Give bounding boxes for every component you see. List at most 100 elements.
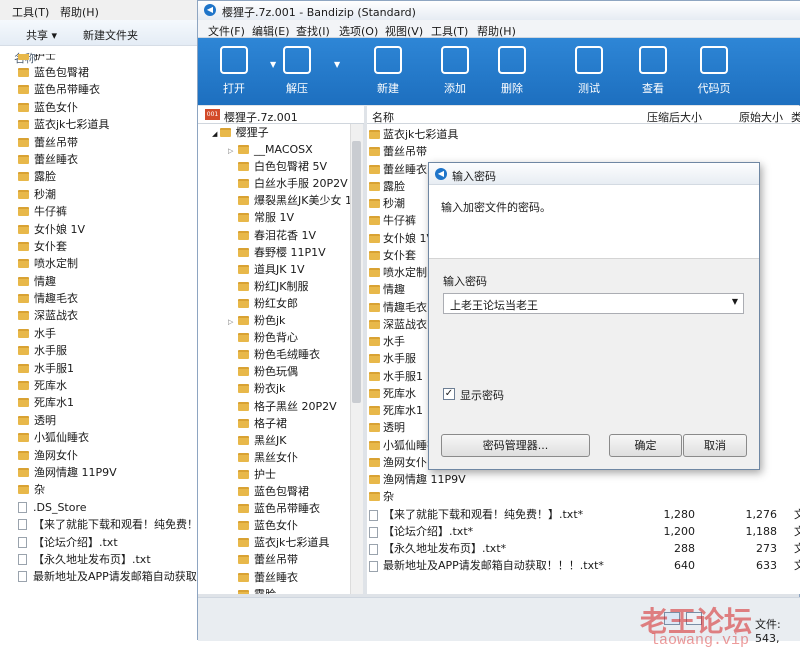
tree-item[interactable]: 蕾丝吊带 bbox=[228, 551, 298, 568]
list-row[interactable]: 杂 bbox=[367, 488, 800, 505]
tree-item[interactable]: 蓝衣jk七彩道具 bbox=[228, 534, 329, 551]
list-row[interactable]: 蕾丝吊带 bbox=[367, 143, 800, 160]
explorer-list-item[interactable]: 喷水定制 bbox=[18, 255, 200, 272]
toolbar-button-3[interactable]: 添加 bbox=[427, 46, 483, 96]
menu-tools[interactable]: 工具(T) bbox=[12, 4, 49, 20]
tree-item[interactable]: 粉红女郎 bbox=[228, 295, 298, 312]
dropdown-arrow-icon[interactable]: ▼ bbox=[732, 297, 738, 306]
list-row[interactable]: 【论坛介绍】.txt* 1,200 1,188 文 bbox=[367, 523, 800, 540]
menu-options[interactable]: 选项(O) bbox=[339, 23, 378, 39]
explorer-list-item[interactable]: 水手服 bbox=[18, 342, 200, 359]
menu-help[interactable]: 帮助(H) bbox=[477, 23, 516, 39]
tree-item[interactable]: 露脸 bbox=[228, 586, 276, 594]
column-type[interactable]: 类 bbox=[791, 109, 800, 125]
tree-item[interactable]: 蓝色吊带睡衣 bbox=[228, 500, 320, 517]
explorer-list-item[interactable]: 蕾丝吊带 bbox=[18, 134, 200, 151]
tree-item[interactable]: 格子黑丝 20P2V bbox=[228, 398, 337, 415]
menu-find[interactable]: 查找(I) bbox=[296, 23, 330, 39]
toolbar-button-4[interactable]: 删除 bbox=[484, 46, 540, 96]
tree-root[interactable]: ◢ 樱狸子 bbox=[212, 124, 269, 141]
bandizip-logo-icon: ◀ bbox=[204, 4, 216, 16]
menu-view[interactable]: 视图(V) bbox=[385, 23, 423, 39]
explorer-list-item[interactable]: 情趣 bbox=[18, 273, 200, 290]
tree-item[interactable]: 蕾丝睡衣 bbox=[228, 569, 298, 586]
list-row[interactable]: 渔网情趣 11P9V bbox=[367, 471, 800, 488]
tree-item[interactable]: 白色包臀裙 5V bbox=[228, 158, 327, 175]
toolbar-button-0[interactable]: 打开 bbox=[206, 46, 262, 96]
explorer-list-item[interactable]: 【来了就能下载和观看！纯免费！】.txt bbox=[18, 516, 200, 533]
tree-item[interactable]: 常服 1V bbox=[228, 209, 294, 226]
tree-scroll-thumb[interactable] bbox=[352, 141, 361, 403]
tree-item[interactable]: 春野樱 11P1V bbox=[228, 244, 326, 261]
tree-item[interactable]: 护士 bbox=[228, 466, 276, 483]
tree-item[interactable]: 黑丝JK bbox=[228, 432, 286, 449]
explorer-list-item[interactable]: 死库水 bbox=[18, 377, 200, 394]
menu-file[interactable]: 文件(F) bbox=[208, 23, 245, 39]
list-row[interactable]: 最新地址及APP请发邮箱自动获取！！！.txt* 640 633 文 bbox=[367, 557, 800, 574]
tree-item[interactable]: 格子裙 bbox=[228, 415, 287, 432]
cancel-button[interactable]: 取消 bbox=[683, 434, 747, 457]
explorer-list-item[interactable]: 蓝色包臀裙 bbox=[18, 64, 200, 81]
tree-item[interactable]: 春泪花香 1V bbox=[228, 227, 316, 244]
password-input[interactable]: 上老王论坛当老王 ▼ bbox=[443, 293, 744, 314]
explorer-list-item[interactable]: 渔网情趣 11P9V bbox=[18, 464, 200, 481]
tree-item[interactable]: 粉红JK制服 bbox=[228, 278, 308, 295]
tree-item[interactable]: ▷ __MACOSX bbox=[228, 141, 313, 158]
column-original-size[interactable]: 原始大小 bbox=[739, 109, 783, 125]
tree-item[interactable]: 粉衣jk bbox=[228, 380, 285, 397]
explorer-list-item[interactable]: 最新地址及APP请发邮箱自动获取！！！.txt bbox=[18, 568, 200, 585]
explorer-list-item[interactable]: 情趣毛衣 bbox=[18, 290, 200, 307]
explorer-list-item[interactable]: 深蓝战衣 bbox=[18, 307, 200, 324]
tree-item[interactable]: 粉色玩偶 bbox=[228, 363, 298, 380]
explorer-list-item[interactable]: 蕾丝睡衣 bbox=[18, 151, 200, 168]
tree-item[interactable]: 道具JK 1V bbox=[228, 261, 304, 278]
explorer-list-item[interactable]: 牛仔裤 bbox=[18, 203, 200, 220]
explorer-list-item[interactable]: 死库水1 bbox=[18, 394, 200, 411]
explorer-list-item[interactable]: 秒潮 bbox=[18, 186, 200, 203]
explorer-list-item[interactable]: 【论坛介绍】.txt bbox=[18, 534, 200, 551]
explorer-list-item[interactable]: 蓝色吊带睡衣 bbox=[18, 81, 200, 98]
explorer-list-item[interactable]: 杂 bbox=[18, 481, 200, 498]
explorer-list-item[interactable]: 【永久地址发布页】.txt bbox=[18, 551, 200, 568]
tree-item[interactable]: 蓝色包臀裙 bbox=[228, 483, 309, 500]
explorer-list-item[interactable]: 水手服1 bbox=[18, 360, 200, 377]
tree-item[interactable]: 黑丝女仆 bbox=[228, 449, 298, 466]
explorer-list-item[interactable]: 水手 bbox=[18, 325, 200, 342]
tree-item[interactable]: 蓝色女仆 bbox=[228, 517, 298, 534]
tree-item[interactable]: 白丝水手服 20P2V bbox=[228, 175, 348, 192]
menu-help[interactable]: 帮助(H) bbox=[60, 4, 99, 20]
toolbar-button-2[interactable]: 新建 bbox=[360, 46, 416, 96]
explorer-list-item[interactable]: .DS_Store bbox=[18, 499, 200, 516]
list-row[interactable]: 蓝衣jk七彩道具 bbox=[367, 126, 800, 143]
tree-item[interactable]: 粉色背心 bbox=[228, 329, 298, 346]
menu-edit[interactable]: 编辑(E) bbox=[252, 23, 290, 39]
explorer-list-item[interactable]: 女仆娘 1V bbox=[18, 221, 200, 238]
password-manager-button[interactable]: 密码管理器... bbox=[441, 434, 590, 457]
share-button[interactable]: 共享 ▾ bbox=[26, 27, 57, 43]
list-row[interactable]: 【永久地址发布页】.txt* 288 273 文 bbox=[367, 540, 800, 557]
tree-item[interactable]: 爆裂黑丝JK美少女 1 bbox=[228, 192, 350, 209]
explorer-list-item[interactable]: 露脸 bbox=[18, 168, 200, 185]
explorer-list-item[interactable]: 小狐仙睡衣 bbox=[18, 429, 200, 446]
ok-button[interactable]: 确定 bbox=[609, 434, 682, 457]
tree-item[interactable]: 粉色毛绒睡衣 bbox=[228, 346, 320, 363]
list-row[interactable]: 【来了就能下载和观看！纯免费！】.txt* 1,280 1,276 文 bbox=[367, 506, 800, 523]
toolbar-button-1[interactable]: 解压 bbox=[269, 46, 325, 96]
explorer-list-item[interactable]: 女仆套 bbox=[18, 238, 200, 255]
column-name[interactable]: 名称 bbox=[372, 109, 394, 125]
open-dropdown-caret[interactable]: ▼ bbox=[270, 60, 276, 69]
toolbar-button-5[interactable]: 测试 bbox=[561, 46, 617, 96]
extract-dropdown-caret[interactable]: ▼ bbox=[334, 60, 340, 69]
explorer-list-item[interactable]: 蓝衣jk七彩道具 bbox=[18, 116, 200, 133]
tree-item[interactable]: ▷ 粉色jk bbox=[228, 312, 285, 329]
show-password-checkbox[interactable]: ✓ bbox=[443, 388, 455, 400]
explorer-list-item[interactable]: 渔网女仆 bbox=[18, 447, 200, 464]
explorer-list-item[interactable]: 透明 bbox=[18, 412, 200, 429]
menu-tools[interactable]: 工具(T) bbox=[431, 23, 468, 39]
column-packed-size[interactable]: 压缩后大小 bbox=[647, 109, 702, 125]
explorer-list-item[interactable]: 蓝色女仆 bbox=[18, 99, 200, 116]
new-folder-button[interactable]: 新建文件夹 bbox=[83, 27, 138, 43]
toolbar-button-7[interactable]: 代码页 bbox=[686, 46, 742, 96]
expand-arrow-icon[interactable]: ◢ bbox=[212, 130, 220, 138]
toolbar-button-6[interactable]: 查看 bbox=[625, 46, 681, 96]
